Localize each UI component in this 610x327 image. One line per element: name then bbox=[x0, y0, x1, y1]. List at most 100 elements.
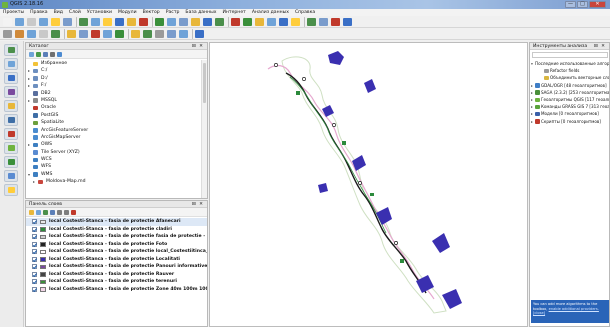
toolbar-tool-icon[interactable] bbox=[39, 18, 48, 26]
toolbar-tool-icon[interactable] bbox=[15, 30, 24, 38]
layer-visibility-checkbox[interactable] bbox=[32, 226, 37, 232]
layer-visibility-checkbox[interactable] bbox=[32, 241, 37, 247]
expand-arrow-icon[interactable]: ▸ bbox=[531, 82, 533, 89]
browser-item[interactable]: ▸ C:/ bbox=[26, 67, 201, 74]
layer-visibility-checkbox[interactable] bbox=[32, 286, 37, 292]
manage-map-themes-icon[interactable] bbox=[43, 210, 48, 215]
expand-arrow-icon[interactable]: ▾ bbox=[531, 60, 533, 67]
browser-item[interactable]: Избранное bbox=[26, 60, 201, 67]
refresh-icon[interactable] bbox=[36, 52, 41, 57]
add-layer-button[interactable] bbox=[4, 44, 18, 56]
layer-visibility-checkbox[interactable] bbox=[32, 234, 37, 240]
toolbar-tool-icon[interactable] bbox=[91, 18, 100, 26]
toolbar-tool-icon[interactable] bbox=[319, 18, 328, 26]
toolbar-tool-icon[interactable] bbox=[195, 30, 204, 38]
panel-float-close-icons[interactable]: ⊟ ✕ bbox=[594, 43, 606, 50]
expand-arrow-icon[interactable]: ▸ bbox=[531, 96, 533, 103]
expand-arrow-icon[interactable]: ▸ bbox=[531, 118, 533, 125]
toolbox-search-input[interactable] bbox=[532, 52, 608, 58]
layer-visibility-checkbox[interactable] bbox=[32, 279, 37, 285]
toolbar-tool-icon[interactable] bbox=[79, 18, 88, 26]
map-canvas[interactable] bbox=[209, 42, 528, 327]
toolbar-tool-icon[interactable] bbox=[39, 30, 48, 38]
browser-item[interactable]: Tile Server (XYZ) bbox=[26, 149, 201, 156]
toolbox-item[interactable]: ▸ Скрипты [0 геоалгоритмов] bbox=[530, 118, 609, 125]
add-layer-button[interactable] bbox=[4, 128, 18, 140]
expand-arrow-icon[interactable]: ▸ bbox=[28, 75, 30, 82]
browser-item[interactable]: WFS bbox=[26, 163, 201, 170]
maximize-button[interactable]: □ bbox=[577, 1, 588, 8]
toolbar-tool-icon[interactable] bbox=[131, 30, 140, 38]
toolbar-tool-icon[interactable] bbox=[27, 30, 36, 38]
add-selected-icon[interactable] bbox=[29, 52, 34, 57]
toolbar-tool-icon[interactable] bbox=[291, 18, 300, 26]
panel-float-close-icons[interactable]: ⊟ ✕ bbox=[192, 43, 204, 50]
toolbar-tool-icon[interactable] bbox=[143, 30, 152, 38]
enable-providers-link[interactable]: enable additional providers. bbox=[549, 307, 599, 311]
layer-row[interactable]: local Costesti-Stanca - fasia de protect… bbox=[26, 226, 207, 234]
toolbox-item[interactable]: ▾Последние использованные алгоритмы bbox=[530, 60, 609, 67]
layer-row[interactable]: local Costesti-Stanca - fasia de protect… bbox=[26, 271, 207, 279]
expand-arrow-icon[interactable]: ▸ bbox=[33, 178, 35, 185]
toolbox-item[interactable]: Объединить векторные слои bbox=[530, 74, 609, 81]
expand-arrow-icon[interactable]: ▸ bbox=[28, 97, 30, 104]
layer-visibility-checkbox[interactable] bbox=[32, 264, 37, 270]
browser-item[interactable]: PostGIS bbox=[26, 112, 201, 119]
browser-item[interactable]: ▸ Moldova-Map.md bbox=[26, 178, 201, 185]
close-hint-link[interactable]: [close] bbox=[533, 311, 545, 315]
toolbar-tool-icon[interactable] bbox=[63, 18, 72, 26]
layer-row[interactable]: local Costesti-Stanca - fasia de protect… bbox=[26, 241, 207, 249]
layer-row[interactable]: local Costesti-Stanca - fasia de protect… bbox=[26, 286, 207, 294]
remove-layer-icon[interactable] bbox=[71, 210, 76, 215]
browser-item[interactable]: DB2 bbox=[26, 90, 201, 97]
menu-item[interactable]: Анализ данных bbox=[249, 9, 292, 16]
menu-item[interactable]: База данных bbox=[182, 9, 219, 16]
collapse-all-icon[interactable] bbox=[64, 210, 69, 215]
toolbar-tool-icon[interactable] bbox=[79, 30, 88, 38]
panel-float-close-icons[interactable]: ⊟ ✕ bbox=[192, 201, 204, 208]
add-group-icon[interactable] bbox=[36, 210, 41, 215]
toolbar-tool-icon[interactable] bbox=[3, 18, 12, 26]
menu-item[interactable]: Правка bbox=[27, 9, 50, 16]
menu-item[interactable]: Вид bbox=[51, 9, 66, 16]
toolbar-tool-icon[interactable] bbox=[115, 18, 124, 26]
expand-arrow-icon[interactable]: ▸ bbox=[28, 67, 30, 74]
browser-item[interactable]: WCS bbox=[26, 156, 201, 163]
toolbar-tool-icon[interactable] bbox=[231, 18, 240, 26]
layer-row[interactable]: local Costesti-Stanca - fasia de protect… bbox=[26, 263, 207, 271]
menu-item[interactable]: Вектор bbox=[140, 9, 163, 16]
toolbox-item[interactable]: Refactor fields bbox=[530, 67, 609, 74]
expand-arrow-icon[interactable]: ▸ bbox=[28, 82, 30, 89]
toolbar-tool-icon[interactable] bbox=[27, 18, 36, 26]
toolbar-tool-icon[interactable] bbox=[279, 18, 288, 26]
add-layer-button[interactable] bbox=[4, 72, 18, 84]
toolbar-tool-icon[interactable] bbox=[103, 30, 112, 38]
toolbar-tool-icon[interactable] bbox=[243, 18, 252, 26]
filter-legend-icon[interactable] bbox=[50, 210, 55, 215]
toolbar-tool-icon[interactable] bbox=[167, 30, 176, 38]
browser-item[interactable]: ▸ OWS bbox=[26, 141, 201, 148]
expand-arrow-icon[interactable]: ▸ bbox=[531, 103, 533, 110]
toolbar-tool-icon[interactable] bbox=[51, 30, 60, 38]
toolbar-tool-icon[interactable] bbox=[167, 18, 176, 26]
add-layer-button[interactable] bbox=[4, 100, 18, 112]
toolbox-item[interactable]: ▸ GDAL/OGR [48 геоалгоритмов] bbox=[530, 82, 609, 89]
toolbar-tool-icon[interactable] bbox=[179, 18, 188, 26]
add-layer-button[interactable] bbox=[4, 58, 18, 70]
menu-item[interactable]: Слой bbox=[66, 9, 84, 16]
expand-arrow-icon[interactable]: ▸ bbox=[28, 141, 30, 148]
filter-icon[interactable] bbox=[43, 52, 48, 57]
toolbox-item[interactable]: ▸ SAGA (2.3.2) [253 геоалгоритма] bbox=[530, 89, 609, 96]
browser-item[interactable]: ▾ WMS bbox=[26, 171, 201, 178]
toolbar-tool-icon[interactable] bbox=[115, 30, 124, 38]
layer-visibility-checkbox[interactable] bbox=[32, 219, 37, 225]
close-button[interactable]: ✕ bbox=[589, 1, 606, 8]
toolbox-item[interactable]: ▸ Команды GRASS GIS 7 [313 геоа... bbox=[530, 103, 609, 110]
browser-item[interactable]: Oracle bbox=[26, 104, 201, 111]
expand-arrow-icon[interactable]: ▸ bbox=[531, 110, 533, 117]
toolbar-tool-icon[interactable] bbox=[3, 30, 12, 38]
toolbar-tool-icon[interactable] bbox=[103, 18, 112, 26]
toolbar-tool-icon[interactable] bbox=[307, 18, 316, 26]
add-layer-button[interactable] bbox=[4, 156, 18, 168]
style-manager-icon[interactable] bbox=[29, 210, 34, 215]
